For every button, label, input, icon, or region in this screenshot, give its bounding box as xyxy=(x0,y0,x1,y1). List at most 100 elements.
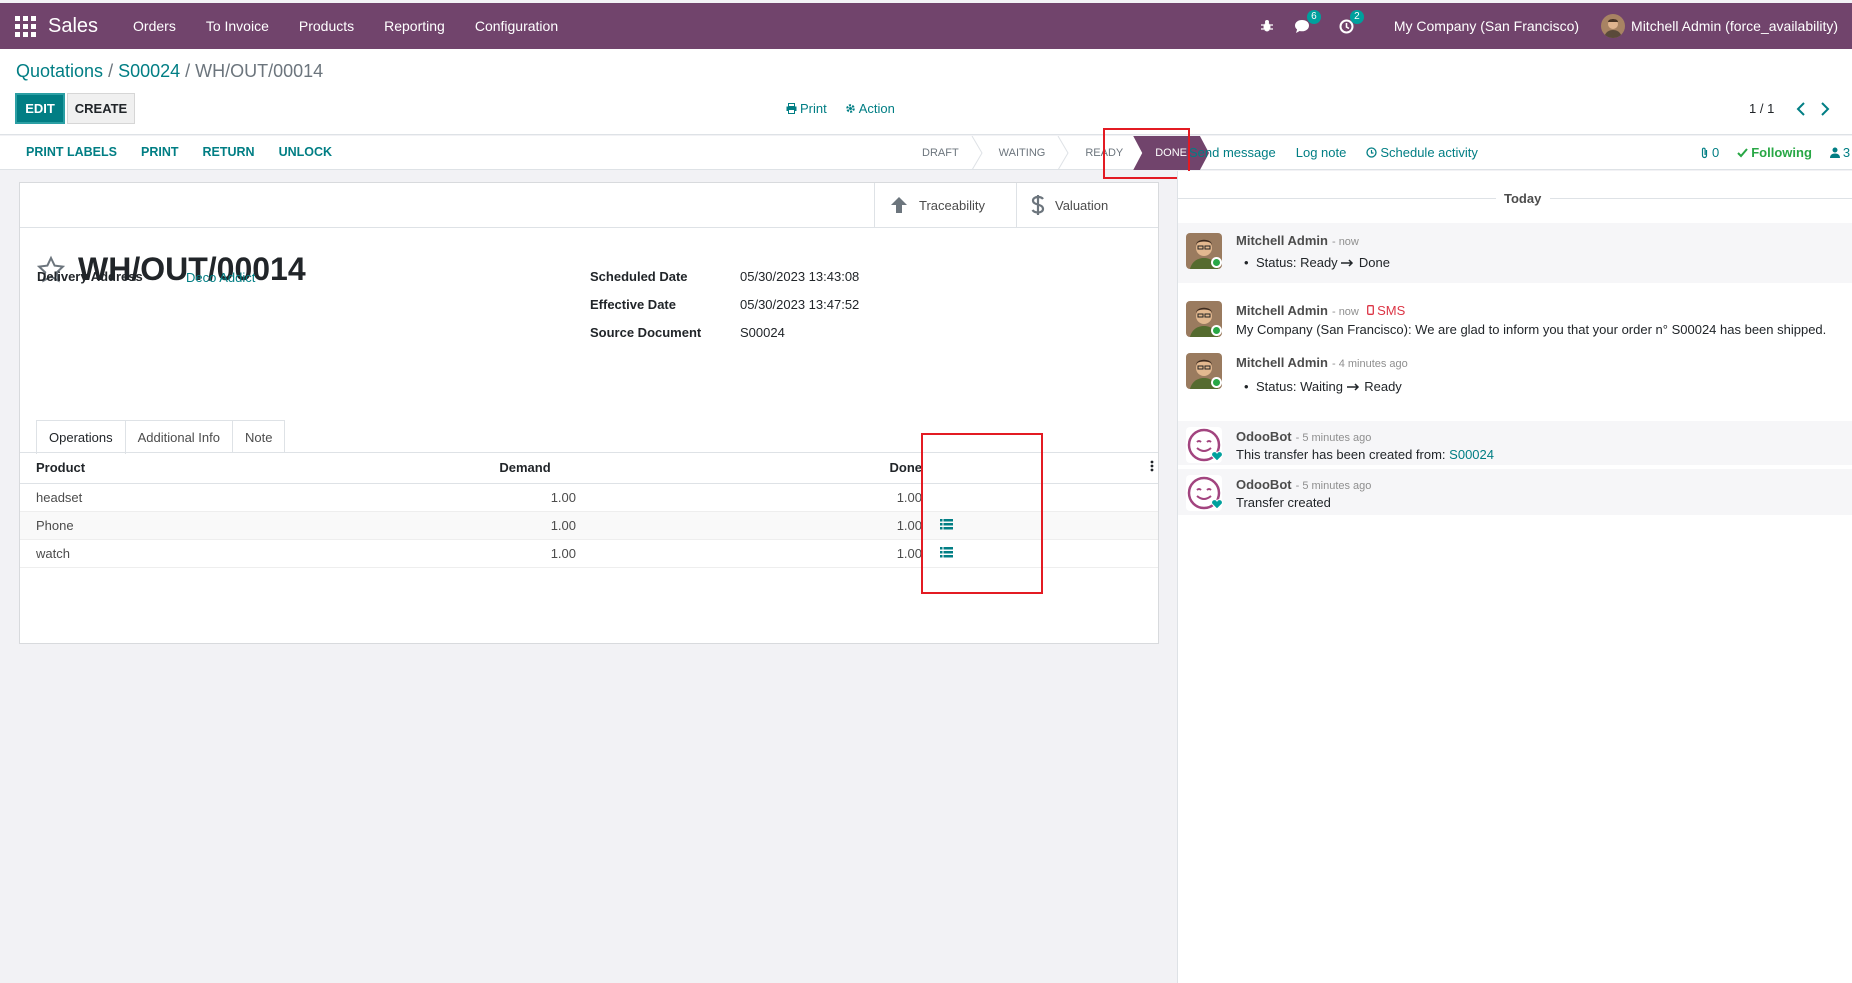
activities-icon[interactable]: 2 xyxy=(1339,9,1364,34)
chatter-message: Mitchell Admin- now Status: Ready Done xyxy=(1178,223,1852,283)
notebook-tabs: Operations Additional Info Note xyxy=(36,420,286,454)
chatter-topbar: Send message Log note Schedule activity xyxy=(1189,145,1478,160)
chevron-left-icon[interactable] xyxy=(1796,101,1806,116)
highlight-box-done-column xyxy=(921,433,1043,594)
arrow-right-icon xyxy=(1346,383,1359,391)
effective-date-label: Effective Date xyxy=(590,297,676,312)
column-demand[interactable]: Demand xyxy=(450,453,600,484)
sms-badge: SMS xyxy=(1366,303,1405,318)
return-button[interactable]: RETURN xyxy=(202,145,254,159)
send-message-button[interactable]: Send message xyxy=(1189,145,1276,160)
tracking-value: Status: Ready Done xyxy=(1244,255,1390,270)
status-bar: PRINT LABELS PRINT RETURN UNLOCK DRAFT W… xyxy=(0,136,1852,170)
gear-icon xyxy=(845,104,855,113)
log-note-button[interactable]: Log note xyxy=(1296,145,1347,160)
apps-menu-icon[interactable] xyxy=(14,15,36,37)
app-name[interactable]: Sales xyxy=(48,15,98,38)
activities-badge: 2 xyxy=(1349,9,1364,24)
unlock-button[interactable]: UNLOCK xyxy=(279,145,332,159)
dollar-icon xyxy=(1031,195,1045,215)
edit-button[interactable]: EDIT xyxy=(15,93,65,124)
tab-additional-info[interactable]: Additional Info xyxy=(124,420,233,453)
chatter-message: OdooBot - 5 minutes ago This transfer has… xyxy=(1178,421,1852,465)
breadcrumb-quotations[interactable]: Quotations xyxy=(16,61,103,81)
breadcrumb-current: WH/OUT/00014 xyxy=(195,61,324,81)
print-menu[interactable]: Print xyxy=(786,101,827,116)
scheduled-date-label: Scheduled Date xyxy=(590,269,688,284)
delivery-address-label: Delivery Address xyxy=(37,269,143,284)
cell-demand: 1.00 xyxy=(450,483,600,512)
valuation-button[interactable]: Valuation xyxy=(1017,183,1158,227)
stage-waiting[interactable]: WAITING xyxy=(983,136,1070,170)
button-box: Traceability Valuation xyxy=(874,183,1158,227)
source-order-link[interactable]: S00024 xyxy=(1449,447,1494,462)
print-button[interactable]: PRINT xyxy=(141,145,179,159)
user-icon xyxy=(1829,147,1840,158)
user-menu[interactable]: Mitchell Admin (force_availability) xyxy=(1601,14,1838,38)
printer-icon xyxy=(786,103,797,114)
column-product[interactable]: Product xyxy=(20,453,450,484)
menu-configuration[interactable]: Configuration xyxy=(475,18,558,34)
menu-products[interactable]: Products xyxy=(299,18,354,34)
messages-badge: 6 xyxy=(1306,9,1321,24)
cell-demand: 1.00 xyxy=(450,539,600,568)
attachments-button[interactable]: 0 xyxy=(1700,145,1719,160)
vertical-dots-icon xyxy=(1150,460,1154,472)
print-labels-button[interactable]: PRINT LABELS xyxy=(26,145,117,159)
heart-icon xyxy=(1211,451,1223,462)
form-actions: PRINT LABELS PRINT RETURN UNLOCK xyxy=(26,145,332,159)
breadcrumb-order[interactable]: S00024 xyxy=(118,61,180,81)
message-author[interactable]: OdooBot - 5 minutes ago xyxy=(1236,429,1371,444)
message-body: My Company (San Francisco): We are glad … xyxy=(1236,322,1827,337)
chatter-message: OdooBot - 5 minutes ago Transfer created xyxy=(1178,469,1852,515)
pager-value[interactable]: 1 / 1 xyxy=(1749,101,1774,116)
source-document-label: Source Document xyxy=(590,325,702,340)
cell-product: headset xyxy=(20,483,450,512)
source-document-value: S00024 xyxy=(740,325,785,340)
pager: 1 / 1 xyxy=(1749,101,1830,116)
company-switcher[interactable]: My Company (San Francisco) xyxy=(1394,18,1579,34)
arrow-right-icon xyxy=(1341,259,1354,267)
chatter: Today Mitchell Admin- now Status: Ready … xyxy=(1177,171,1852,983)
scheduled-date-value: 05/30/2023 13:43:08 xyxy=(740,269,860,284)
following-button[interactable]: Following xyxy=(1737,145,1812,160)
chevron-right-icon[interactable] xyxy=(1820,101,1830,116)
message-author[interactable]: Mitchell Admin - 4 minutes ago xyxy=(1236,355,1408,370)
message-author[interactable]: OdooBot - 5 minutes ago xyxy=(1236,477,1371,492)
create-button[interactable]: CREATE xyxy=(67,93,135,124)
print-action-group: Print Action xyxy=(786,101,895,116)
online-status-icon xyxy=(1211,377,1222,388)
chatter-message: Mitchell Admin - now SMS My Company (San … xyxy=(1178,293,1852,339)
cell-product: Phone xyxy=(20,511,450,540)
message-author[interactable]: Mitchell Admin - now SMS xyxy=(1236,303,1405,318)
messages-icon[interactable]: 6 xyxy=(1294,9,1321,34)
debug-icon[interactable] xyxy=(1260,19,1274,33)
paperclip-icon xyxy=(1701,147,1708,158)
online-status-icon xyxy=(1211,325,1222,336)
menu-to-invoice[interactable]: To Invoice xyxy=(206,18,269,34)
cell-product: watch xyxy=(20,539,450,568)
message-author[interactable]: Mitchell Admin - now xyxy=(1236,233,1359,248)
tab-note[interactable]: Note xyxy=(232,420,286,453)
user-name: Mitchell Admin (force_availability) xyxy=(1631,18,1838,34)
control-panel: Quotations / S00024/WH/OUT/00014 EDIT CREA… xyxy=(0,49,1852,135)
traceability-button[interactable]: Traceability xyxy=(875,183,1017,227)
followers-bar: 0 Following 3 xyxy=(1700,145,1850,160)
heart-icon xyxy=(1211,499,1223,510)
schedule-activity-button[interactable]: Schedule activity xyxy=(1366,145,1478,160)
breadcrumb: Quotations / S00024/WH/OUT/00014 xyxy=(16,61,324,81)
menu-orders[interactable]: Orders xyxy=(133,18,176,34)
cell-done: 1.00 xyxy=(600,539,940,568)
delivery-address-value[interactable]: Deco Addict xyxy=(186,270,255,285)
column-done[interactable]: Done xyxy=(600,453,940,484)
tab-operations[interactable]: Operations xyxy=(36,420,126,454)
stage-draft[interactable]: DRAFT xyxy=(906,136,983,170)
day-separator: Today xyxy=(1178,189,1852,209)
effective-date-value: 05/30/2023 13:47:52 xyxy=(740,297,860,312)
followers-button[interactable]: 3 xyxy=(1829,145,1850,160)
arrow-up-icon xyxy=(891,197,907,213)
action-menu[interactable]: Action xyxy=(845,101,895,116)
clock-icon xyxy=(1366,147,1377,158)
mobile-icon xyxy=(1366,305,1374,315)
menu-reporting[interactable]: Reporting xyxy=(384,18,445,34)
